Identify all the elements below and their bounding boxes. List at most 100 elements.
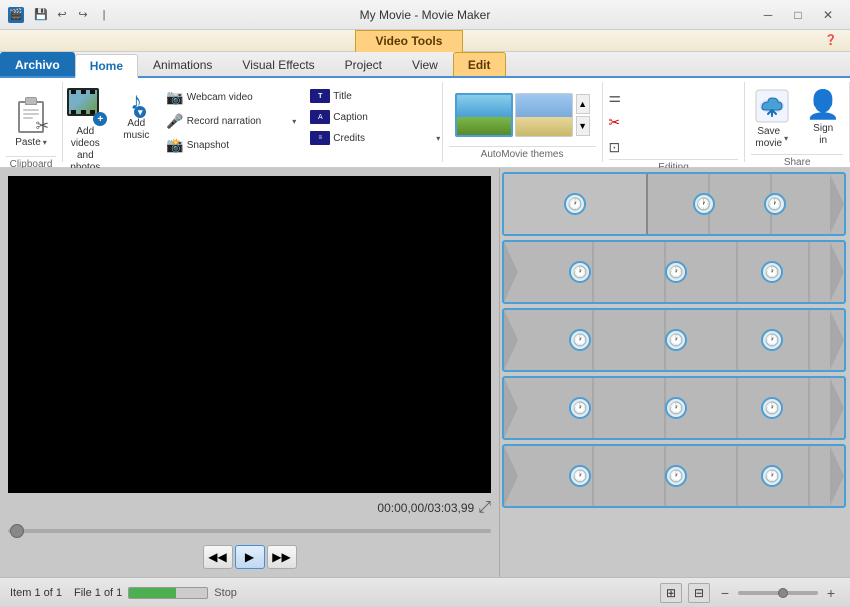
record-narration-label: Record narration (187, 116, 261, 127)
person-icon: 👤 (806, 88, 841, 121)
record-narration-button[interactable]: 🎤 Record narration ▾ (161, 110, 301, 133)
title-button[interactable]: T Title (305, 86, 445, 106)
rewind-button[interactable]: ◀◀ (203, 545, 233, 569)
window-controls: ─ □ ✕ (754, 5, 842, 25)
clock-icon-3c: 🕐 (761, 329, 783, 351)
storyboard-view-btn[interactable]: ⊞ (660, 583, 682, 603)
theme-2-thumb[interactable] (515, 93, 573, 137)
theme-1-thumb[interactable] (455, 93, 513, 137)
share-content: Savemovie ▾ 👤 Signin (748, 82, 847, 154)
strip-cell-1a: 🕐 (504, 174, 648, 234)
video-tools-bar: Video Tools ❓ (0, 30, 850, 52)
tab-visual-effects[interactable]: Visual Effects (227, 52, 329, 76)
seek-thumb[interactable] (10, 524, 24, 538)
file-progress: File 1 of 1 Stop (74, 587, 237, 599)
webcam-button[interactable]: 📷 Webcam video (161, 86, 301, 109)
film-strip-3[interactable]: 🕐 🕐 🕐 (502, 308, 846, 372)
tab-view[interactable]: View (397, 52, 453, 76)
zoom-thumb[interactable] (778, 588, 788, 598)
paste-button[interactable]: ✂ Paste ▾ (6, 84, 56, 156)
film-strip-5[interactable]: 🕐 🕐 🕐 (502, 444, 846, 508)
clipboard-group: ✂ Paste ▾ Clipboard (0, 82, 63, 162)
caption-button[interactable]: A Caption (305, 107, 445, 127)
cloud-upload-icon (754, 88, 790, 124)
credits-label: Credits (333, 133, 365, 144)
timecode-area: 00:00,00/03:03,99 ⤢ (8, 499, 491, 517)
film-strip-1[interactable]: 🕐 🕐 🕐 (502, 172, 846, 236)
clock-icon-1c: 🕐 (764, 193, 786, 215)
tab-home[interactable]: Home (75, 54, 138, 78)
redo-btn[interactable]: ↪ (74, 6, 92, 24)
trim-icon: ⊡ (608, 139, 620, 156)
film-strip-2[interactable]: 🕐 🕐 🕐 (502, 240, 846, 304)
ribbon: ✂ Paste ▾ Clipboard (0, 78, 850, 168)
tab-animations[interactable]: Animations (138, 52, 227, 76)
snapshot-button[interactable]: 📸 Snapshot (161, 134, 301, 157)
editing-content: ⚌ ✂ ⊡ (603, 82, 743, 159)
clock-icon-3b: 🕐 (665, 329, 687, 351)
progress-bar-container (128, 587, 208, 599)
close-btn[interactable]: ✕ (814, 5, 842, 25)
split-button[interactable]: ⚌ (603, 86, 743, 109)
add-videos-button[interactable]: + Add videosand photos (59, 84, 111, 178)
video-tools-tab[interactable]: Video Tools (355, 30, 464, 52)
save-movie-button[interactable]: Savemovie ▾ (748, 84, 796, 154)
undo-btn[interactable]: ↩ (53, 6, 71, 24)
tab-archivo[interactable]: Archivo (0, 52, 75, 76)
clock-icon-5b: 🕐 (665, 465, 687, 487)
caption-icon: A (310, 110, 330, 124)
strip-arrow-left-3 (504, 310, 518, 370)
timecode-display: 00:00,00/03:03,99 (377, 501, 474, 515)
item-info: Item 1 of 1 (10, 587, 62, 599)
preview-video (8, 176, 491, 493)
cut-button[interactable]: ✂ (603, 111, 743, 134)
scroll-down-btn[interactable]: ▼ (576, 116, 590, 136)
app-title: My Movie - Movie Maker (360, 8, 491, 22)
strip-cells-3: 🕐 🕐 🕐 (522, 310, 830, 370)
title-column: T Title A Caption ≡ Credits ▾ (305, 84, 445, 148)
credits-button[interactable]: ≡ Credits ▾ (305, 128, 445, 148)
timeline-view-btn[interactable]: ⊟ (688, 583, 710, 603)
save-dropdown-icon: ▾ (784, 134, 788, 143)
automovie-label: AutoMovie themes (449, 146, 596, 162)
expand-btn[interactable]: ⤢ (478, 499, 491, 517)
play-button[interactable]: ▶ (235, 545, 265, 569)
trim-button[interactable]: ⊡ (603, 136, 743, 159)
seek-bar[interactable] (8, 523, 491, 539)
clock-icon-4c: 🕐 (761, 397, 783, 419)
scissors-icon: ✂ (608, 114, 620, 131)
quick-access-toolbar: 💾 ↩ ↪ | (32, 6, 113, 24)
music-icon: ♪ ▾ (130, 88, 142, 116)
scroll-up-btn[interactable]: ▲ (576, 94, 590, 114)
help-btn[interactable]: ❓ (820, 32, 842, 50)
credits-icon: ≡ (310, 131, 330, 145)
webcam-icon: 📷 (166, 89, 183, 106)
strip-arrow-2 (830, 242, 844, 302)
storyboard-scroll[interactable]: 🕐 🕐 🕐 🕐 🕐 🕐 (500, 168, 850, 577)
tab-edit[interactable]: Edit (453, 52, 506, 76)
paste-dropdown-icon: ▾ (43, 138, 47, 147)
zoom-slider: − + (716, 584, 840, 602)
stop-label[interactable]: Stop (214, 587, 237, 599)
fastforward-button[interactable]: ▶▶ (267, 545, 297, 569)
editing-group: ⚌ ✂ ⊡ Editing (603, 82, 746, 162)
paste-label: Paste (15, 137, 41, 149)
maximize-btn[interactable]: □ (784, 5, 812, 25)
sign-in-button[interactable]: 👤 Signin (800, 84, 847, 151)
zoom-in-btn[interactable]: + (822, 584, 840, 602)
add-content: + Add videosand photos ♪ ▾ Addmusic 📷 We… (59, 82, 445, 178)
save-quick-btn[interactable]: 💾 (32, 6, 50, 24)
strip-middle-1: 🕐 🕐 (648, 174, 830, 234)
add-music-button[interactable]: ♪ ▾ Addmusic (115, 84, 157, 146)
tab-project[interactable]: Project (330, 52, 397, 76)
zoom-out-btn[interactable]: − (716, 584, 734, 602)
title-bar-left: 🎬 💾 ↩ ↪ | (8, 6, 113, 24)
add-videos-label: Add videosand photos (65, 126, 105, 174)
title-icon: T (310, 89, 330, 103)
automovie-scroll: ▲ ▼ (576, 94, 590, 136)
minimize-btn[interactable]: ─ (754, 5, 782, 25)
title-bar: 🎬 💾 ↩ ↪ | My Movie - Movie Maker ─ □ ✕ (0, 0, 850, 30)
film-strip-4[interactable]: 🕐 🕐 🕐 (502, 376, 846, 440)
status-bar: Item 1 of 1 File 1 of 1 Stop ⊞ ⊟ − + (0, 577, 850, 607)
strip-arrow-4 (830, 378, 844, 438)
